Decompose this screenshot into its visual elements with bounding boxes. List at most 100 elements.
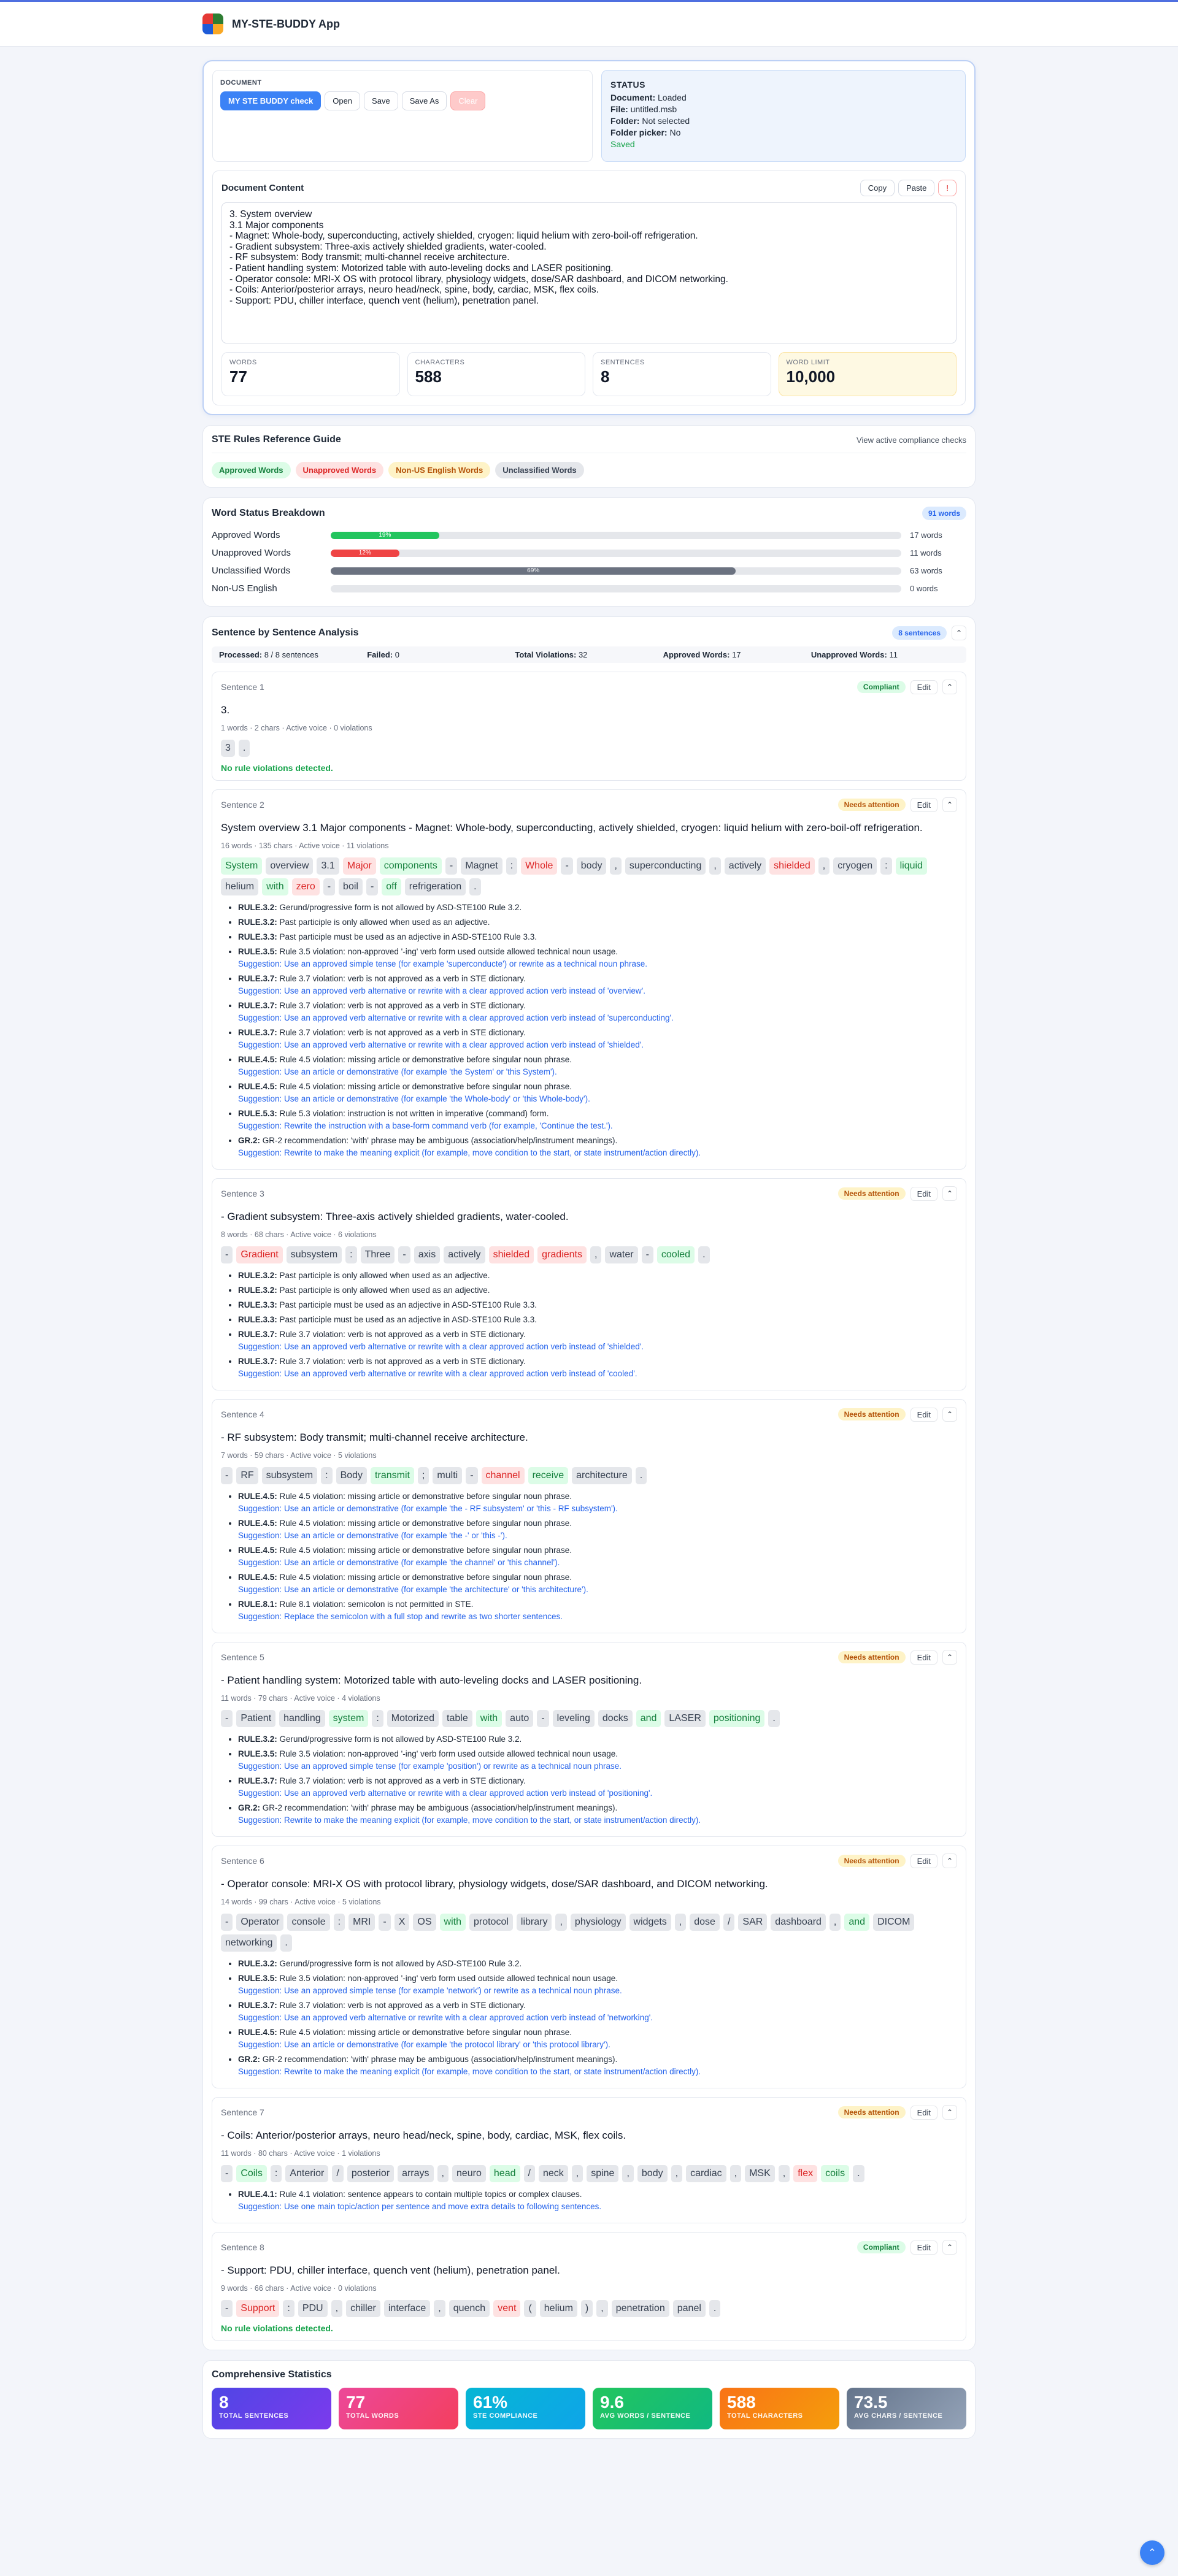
chevron-up-icon[interactable]: ⌃ [942,1650,957,1665]
word-chip[interactable]: coils [821,2165,850,2182]
word-chip[interactable]: - [221,2165,233,2182]
word-chip[interactable]: - [323,878,336,895]
word-chip[interactable]: 3 [221,740,235,757]
word-chip[interactable]: actively [724,857,766,875]
word-chip[interactable]: table [442,1710,472,1727]
save-as-button[interactable]: Save As [401,91,447,110]
sentence-edit-button[interactable]: Edit [910,1853,937,1868]
word-chip[interactable]: - [445,857,458,875]
chevron-up-icon[interactable]: ⌃ [942,2105,957,2120]
word-chip[interactable]: docks [598,1710,633,1727]
word-chip[interactable]: : [333,1914,345,1931]
sentence-edit-button[interactable]: Edit [910,1650,937,1665]
word-chip[interactable]: subsystem [286,1246,342,1263]
word-chip[interactable]: MRI [348,1914,375,1931]
word-chip[interactable]: - [537,1710,549,1727]
word-chip[interactable]: leveling [552,1710,595,1727]
word-chip[interactable]: X [394,1914,410,1931]
word-chip[interactable]: . [768,1710,780,1727]
word-chip[interactable]: , [610,857,622,875]
word-chip[interactable]: zero [291,878,320,895]
word-chip[interactable]: MSK [745,2165,775,2182]
word-chip[interactable]: , [671,2165,683,2182]
word-chip[interactable]: . [853,2165,864,2182]
word-chip[interactable]: : [270,2165,282,2182]
word-chip[interactable]: SAR [738,1914,768,1931]
word-chip[interactable]: shielded [488,1246,534,1263]
word-chip[interactable]: . [280,1934,292,1952]
sentence-edit-button[interactable]: Edit [910,2240,937,2255]
word-chip[interactable]: body [637,2165,668,2182]
sentence-edit-button[interactable]: Edit [910,1186,937,1201]
word-chip[interactable]: Coils [236,2165,267,2182]
word-chip[interactable]: . [698,1246,710,1263]
word-chip[interactable]: dose [690,1914,720,1931]
word-chip[interactable]: overview [266,857,314,875]
word-chip[interactable]: library [516,1914,552,1931]
sentence-edit-button[interactable]: Edit [910,680,937,694]
paste-button[interactable]: Paste [898,180,935,196]
word-chip[interactable]: - [221,1246,233,1263]
word-chip[interactable]: ; [417,1467,429,1484]
word-chip[interactable]: Support [236,2300,280,2317]
word-chip[interactable]: helium [539,2300,577,2317]
word-chip[interactable]: , [829,1914,841,1931]
word-chip[interactable]: , [331,2300,343,2317]
word-chip[interactable]: arrays [398,2165,434,2182]
sentence-edit-button[interactable]: Edit [910,2105,937,2120]
chevron-up-icon[interactable]: ⌃ [942,680,957,694]
word-chip[interactable]: helium [221,878,259,895]
word-chip[interactable]: channel [481,1467,525,1484]
word-chip[interactable]: / [523,2165,535,2182]
word-chip[interactable]: : [372,1710,383,1727]
word-chip[interactable]: flex [793,2165,818,2182]
word-chip[interactable]: - [379,1914,391,1931]
word-chip[interactable]: networking [221,1934,277,1952]
word-chip[interactable]: - [561,857,573,875]
word-chip[interactable]: Three [360,1246,395,1263]
word-chip[interactable]: and [636,1710,661,1727]
ste-check-button[interactable]: MY STE BUDDY check [220,91,321,110]
word-chip[interactable]: Magnet [461,857,502,875]
word-chip[interactable]: RF [236,1467,258,1484]
word-chip[interactable]: Motorized [387,1710,439,1727]
word-chip[interactable]: 3.1 [317,857,339,875]
word-chip[interactable]: cooled [656,1246,695,1263]
word-chip[interactable]: vent [493,2300,521,2317]
word-chip[interactable]: neuro [452,2165,486,2182]
copy-button[interactable]: Copy [860,180,895,196]
chevron-up-icon[interactable]: ⌃ [942,1853,957,1868]
word-chip[interactable]: protocol [469,1914,513,1931]
word-chip[interactable]: : [321,1467,333,1484]
word-chip[interactable]: transmit [371,1467,414,1484]
word-chip[interactable]: , [674,1914,687,1931]
word-chip[interactable]: actively [444,1246,485,1263]
word-chip[interactable]: : [880,857,892,875]
word-chip[interactable]: axis [414,1246,441,1263]
word-chip[interactable]: gradients [537,1246,587,1263]
word-chip[interactable]: : [345,1246,357,1263]
word-chip[interactable]: boil [339,878,363,895]
alert-button[interactable]: ! [938,180,957,196]
word-chip[interactable]: superconducting [625,857,706,875]
word-chip[interactable]: , [730,2165,742,2182]
word-chip[interactable]: quench [448,2300,490,2317]
word-chip[interactable]: , [555,1914,567,1931]
word-chip[interactable]: refrigeration [404,878,466,895]
word-chip[interactable]: neck [538,2165,568,2182]
word-chip[interactable]: , [818,857,830,875]
word-chip[interactable]: LASER [664,1710,706,1727]
word-chip[interactable]: interface [383,2300,431,2317]
word-chip[interactable]: , [437,2165,448,2182]
word-chip[interactable]: architecture [572,1467,632,1484]
word-chip[interactable]: physiology [570,1914,626,1931]
word-chip[interactable]: liquid [895,857,927,875]
word-chip[interactable]: cryogen [833,857,877,875]
compliance-link[interactable]: View active compliance checks [857,435,966,445]
word-chip[interactable]: shielded [769,857,815,875]
word-chip[interactable]: handling [279,1710,325,1727]
word-chip[interactable]: . [469,878,481,895]
word-chip[interactable]: , [709,857,721,875]
clear-button[interactable]: Clear [450,91,486,110]
chevron-up-icon[interactable]: ⌃ [942,1186,957,1201]
